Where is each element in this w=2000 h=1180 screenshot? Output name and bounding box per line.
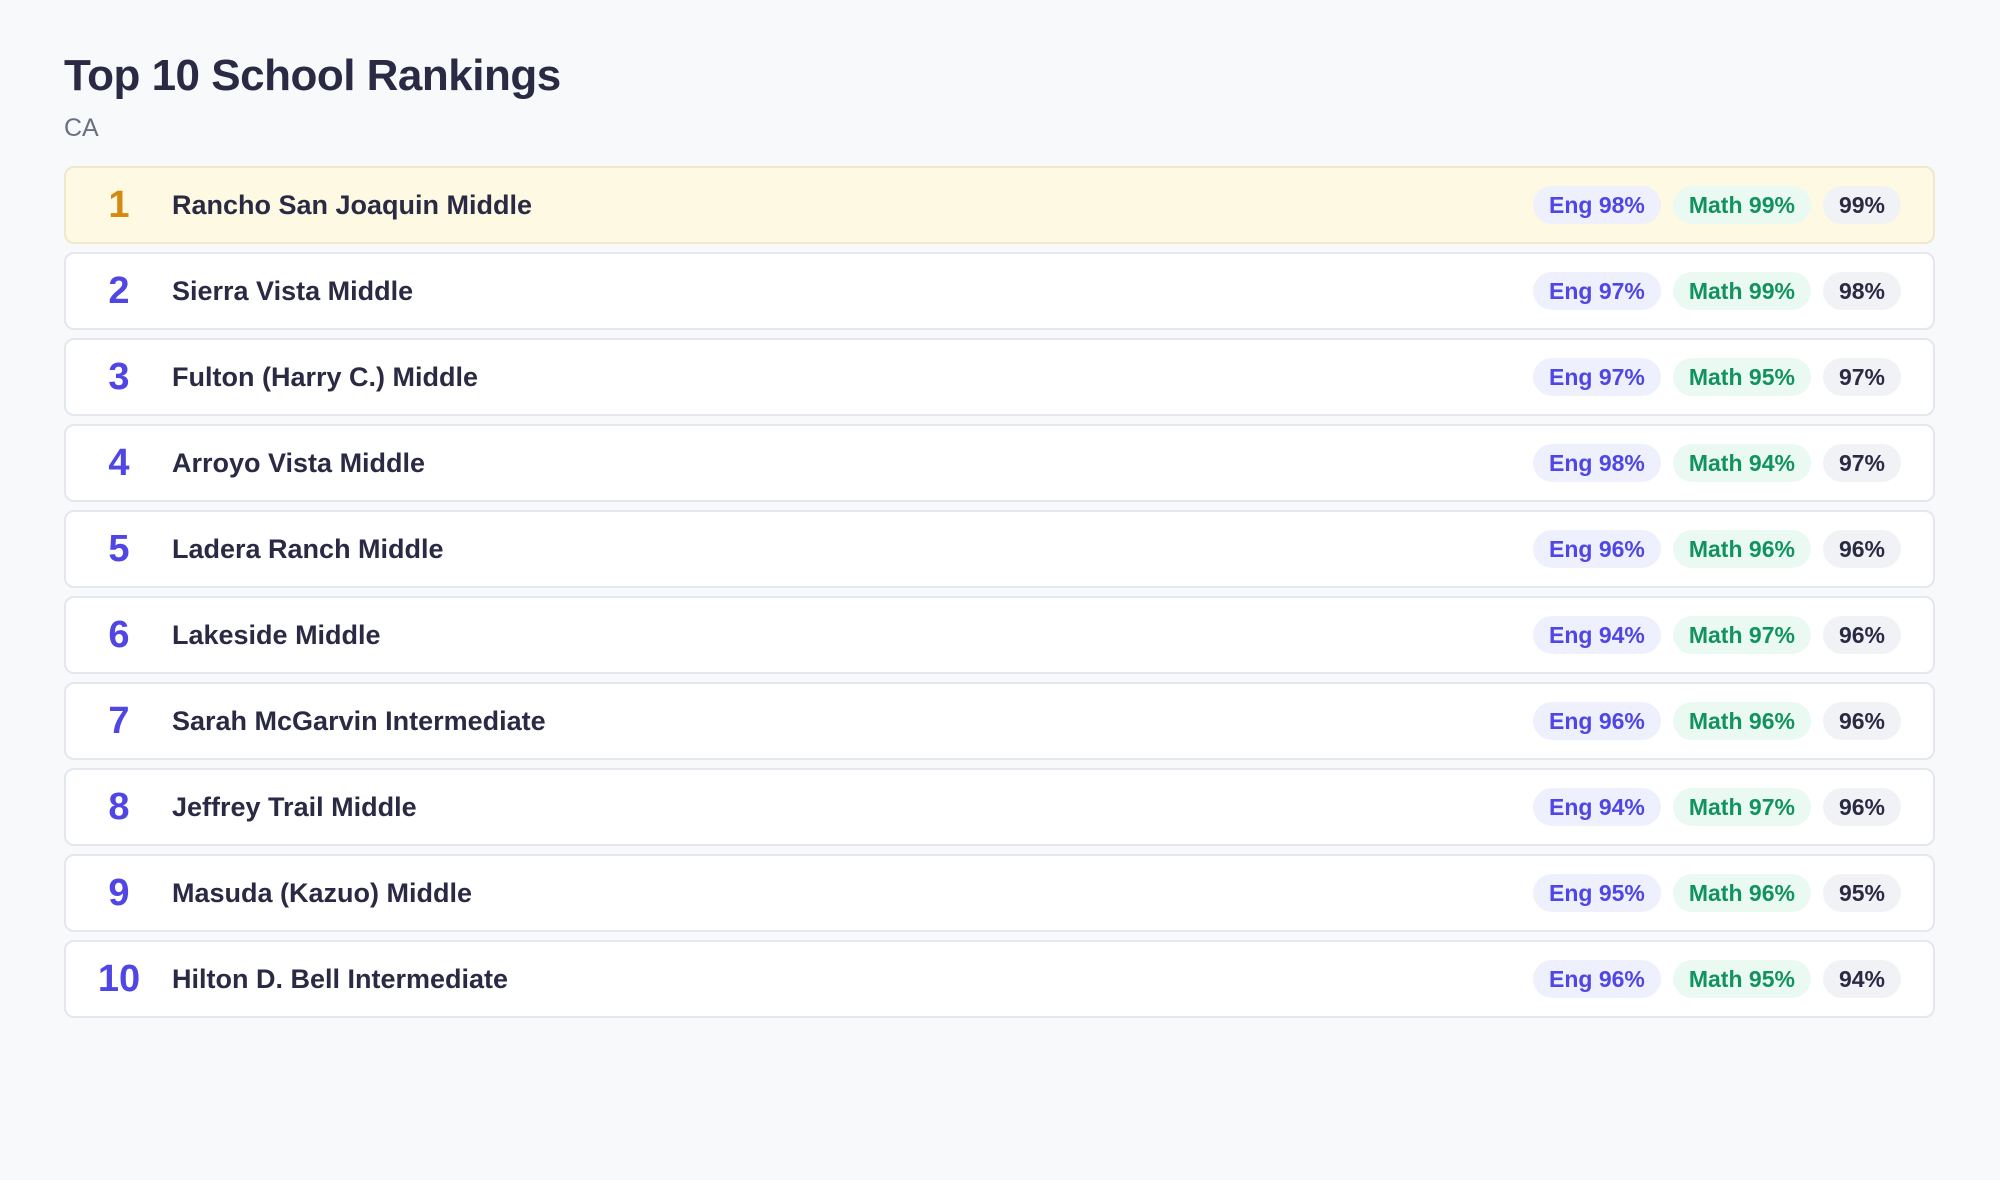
rank-number: 1 [108,183,130,226]
ranking-row[interactable]: 3 Fulton (Harry C.) Middle Eng 97% Math … [64,338,1935,416]
ranking-row[interactable]: 6 Lakeside Middle Eng 94% Math 97% 96% [64,596,1935,674]
english-score-badge: Eng 96% [1532,702,1661,740]
math-score-badge: Math 95% [1672,960,1811,998]
score-pills: Eng 96% Math 96% 96% [1532,530,1901,568]
rank-number: 6 [108,613,130,656]
score-pills: Eng 94% Math 97% 96% [1532,788,1901,826]
score-pills: Eng 94% Math 97% 96% [1532,616,1901,654]
ranking-row[interactable]: 7 Sarah McGarvin Intermediate Eng 96% Ma… [64,682,1935,760]
rank-number: 8 [108,785,130,828]
overall-score-badge: 94% [1822,960,1901,998]
math-score-badge: Math 94% [1672,444,1811,482]
ranking-row[interactable]: 9 Masuda (Kazuo) Middle Eng 95% Math 96%… [64,854,1935,932]
school-name: Sarah McGarvin Intermediate [172,705,546,736]
score-pills: Eng 98% Math 99% 99% [1532,186,1901,224]
rankings-page: Top 10 School Rankings CA 1 Rancho San J… [0,0,2000,1018]
school-name: Lakeside Middle [172,619,381,650]
school-name: Masuda (Kazuo) Middle [172,877,473,908]
english-score-badge: Eng 98% [1532,186,1661,224]
rank-number: 10 [97,957,141,1000]
english-score-badge: Eng 94% [1532,616,1661,654]
english-score-badge: Eng 94% [1532,788,1661,826]
score-pills: Eng 96% Math 95% 94% [1532,960,1901,998]
math-score-badge: Math 99% [1672,272,1811,310]
page-subtitle: CA [64,114,99,142]
english-score-badge: Eng 98% [1532,444,1661,482]
school-name: Arroyo Vista Middle [172,447,426,478]
school-name: Jeffrey Trail Middle [172,791,417,822]
rank-number: 2 [108,269,130,312]
overall-score-badge: 96% [1822,530,1901,568]
math-score-badge: Math 99% [1672,186,1811,224]
page-title: Top 10 School Rankings [64,51,561,100]
overall-score-badge: 96% [1822,702,1901,740]
overall-score-badge: 99% [1822,186,1901,224]
english-score-badge: Eng 97% [1532,272,1661,310]
ranking-row[interactable]: 5 Ladera Ranch Middle Eng 96% Math 96% 9… [64,510,1935,588]
rank-number: 5 [108,527,130,570]
rank-number: 3 [108,355,130,398]
math-score-badge: Math 96% [1672,530,1811,568]
overall-score-badge: 95% [1822,874,1901,912]
rank-number: 7 [108,699,130,742]
overall-score-badge: 97% [1822,444,1901,482]
school-name: Sierra Vista Middle [172,275,414,306]
ranking-row[interactable]: 10 Hilton D. Bell Intermediate Eng 96% M… [64,940,1935,1018]
rank-number: 9 [108,871,130,914]
math-score-badge: Math 97% [1672,788,1811,826]
overall-score-badge: 97% [1822,358,1901,396]
math-score-badge: Math 95% [1672,358,1811,396]
score-pills: Eng 95% Math 96% 95% [1532,874,1901,912]
math-score-badge: Math 96% [1672,874,1811,912]
overall-score-badge: 98% [1822,272,1901,310]
math-score-badge: Math 96% [1672,702,1811,740]
overall-score-badge: 96% [1822,616,1901,654]
english-score-badge: Eng 95% [1532,874,1661,912]
school-name: Fulton (Harry C.) Middle [172,361,478,392]
ranking-row[interactable]: 1 Rancho San Joaquin Middle Eng 98% Math… [64,166,1935,244]
rank-number: 4 [108,441,130,484]
english-score-badge: Eng 97% [1532,358,1661,396]
score-pills: Eng 96% Math 96% 96% [1532,702,1901,740]
score-pills: Eng 97% Math 99% 98% [1532,272,1901,310]
overall-score-badge: 96% [1822,788,1901,826]
score-pills: Eng 97% Math 95% 97% [1532,358,1901,396]
ranking-row[interactable]: 4 Arroyo Vista Middle Eng 98% Math 94% 9… [64,424,1935,502]
school-name: Ladera Ranch Middle [172,533,444,564]
english-score-badge: Eng 96% [1532,530,1661,568]
rankings-list: 1 Rancho San Joaquin Middle Eng 98% Math… [64,166,1935,1018]
school-name: Rancho San Joaquin Middle [172,189,533,220]
score-pills: Eng 98% Math 94% 97% [1532,444,1901,482]
english-score-badge: Eng 96% [1532,960,1661,998]
ranking-row[interactable]: 8 Jeffrey Trail Middle Eng 94% Math 97% … [64,768,1935,846]
ranking-row[interactable]: 2 Sierra Vista Middle Eng 97% Math 99% 9… [64,252,1935,330]
math-score-badge: Math 97% [1672,616,1811,654]
school-name: Hilton D. Bell Intermediate [172,963,509,994]
